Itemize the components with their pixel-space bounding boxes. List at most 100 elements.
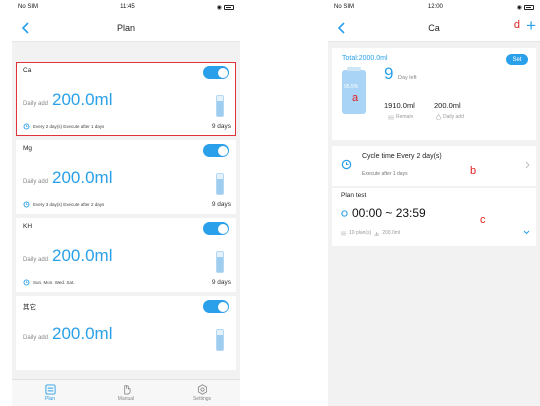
plan-detail-screen: No SIM 12:00 ◉ Ca d + Total:2000.0ml Set… (328, 0, 540, 406)
nav-bar: Ca d + (328, 14, 540, 42)
plan-list-screen: No SIM 11:45 ◉ Plan Ca Daily add 200.0ml… (12, 0, 240, 406)
annotation-a: a (352, 92, 359, 104)
cycle-title: Cycle time Every 2 day(s) (362, 153, 442, 160)
plan-card-kh[interactable]: KH Daily add 200.0ml Sun. Mon. Wed. Sat.… (16, 218, 236, 292)
plan-amount: 200.0ml (382, 230, 401, 236)
cycle-text: Every 2 day(s) Execute after 1 days (33, 124, 105, 129)
daily-add-label: Daily add (23, 101, 49, 107)
bottle-icon (216, 329, 224, 351)
daily-add-label: Daily add (443, 114, 464, 120)
plan-card-ca[interactable]: Ca Daily add 200.0ml Every 2 day(s) Exec… (16, 62, 236, 136)
plan-name: 其它 (23, 304, 36, 311)
list-icon (341, 231, 346, 235)
plan-test-meta: 10 plan(s) 200.0ml (341, 230, 400, 236)
days-remaining: 9 days (211, 123, 231, 130)
tab-label: Manual (117, 396, 135, 402)
days-remaining: 9 days (211, 201, 231, 208)
days-left-number: 9 (384, 64, 394, 83)
bottle-icon (216, 173, 224, 195)
cycle-icon (23, 123, 30, 130)
back-button[interactable] (333, 20, 349, 36)
plan-name: Mg (23, 145, 33, 152)
plan-test-section[interactable]: Plan test 00:00 ~ 23:59 c 10 plan(s) 200… (332, 188, 536, 246)
annotation-c: c (480, 214, 486, 226)
daily-add-info: Daily add (436, 114, 464, 120)
daily-add-value: 200.0ml (52, 90, 113, 109)
dosing-summary-card: Total:2000.0ml Set 95.5% a 9 Day left 19… (332, 48, 536, 140)
plan-enable-toggle[interactable] (203, 222, 229, 235)
chevron-left-icon (21, 22, 29, 34)
time-range-row: 00:00 ~ 23:59 (341, 206, 426, 220)
daily-add-value: 200.0ml (434, 101, 461, 110)
set-button[interactable]: Set (506, 54, 528, 65)
page-title: Plan (116, 22, 135, 33)
cycle-info: Every 2 day(s) Execute after 1 days (23, 123, 104, 130)
carrier-label: No SIM (334, 4, 355, 10)
plan-icon (44, 384, 56, 395)
daily-add-label: Daily add (23, 257, 49, 263)
chevron-right-icon (525, 161, 530, 169)
battery-icon: ◉ (217, 4, 234, 11)
remain-info: Remain (388, 114, 413, 120)
daily-add-label: Daily add (23, 179, 49, 185)
bottle-cap (347, 67, 361, 71)
daily-add: Daily add 200.0ml (23, 246, 113, 266)
clock: 12:00 (427, 4, 443, 10)
plan-enable-toggle[interactable] (203, 300, 229, 313)
daily-add: Daily add 200.0ml (23, 168, 113, 188)
plan-enable-toggle[interactable] (203, 66, 229, 79)
container-percent: 95.5% (344, 84, 359, 90)
time-range: 00:00 ~ 23:59 (352, 206, 426, 220)
clock: 11:45 (120, 4, 135, 10)
days-remaining: 9 days (211, 279, 231, 286)
chevron-left-icon (337, 22, 345, 34)
status-bar: No SIM 11:45 ◉ (12, 0, 240, 14)
drop-icon (436, 114, 441, 120)
cycle-text: Sun. Mon. Wed. Sat. (33, 280, 75, 285)
cycle-subtitle: Execute after 1 days (362, 171, 408, 177)
plans-count: 10 plan(s) (349, 230, 372, 236)
back-button[interactable] (17, 20, 33, 36)
tab-label: Plan (44, 396, 55, 402)
status-bar: No SIM 12:00 ◉ (328, 0, 540, 14)
plan-name: Ca (23, 67, 32, 74)
annotation-b: b (470, 165, 477, 177)
page-title: Ca (428, 22, 440, 33)
cycle-text: Every 3 day(s) Execute after 2 days (33, 202, 105, 207)
plan-card-other[interactable]: 其它 Daily add 200.0ml (16, 296, 236, 370)
remain-value: 1910.0ml (384, 101, 415, 110)
tab-plan[interactable]: Plan (12, 380, 88, 406)
plan-enable-toggle[interactable] (203, 144, 229, 157)
bar-chart-icon (374, 231, 379, 236)
chevron-down-icon[interactable] (523, 230, 530, 235)
carrier-label: No SIM (18, 4, 39, 10)
add-plan-button[interactable]: + (526, 17, 536, 34)
bottle-icon (216, 95, 224, 117)
total-volume: Total:2000.0ml (342, 55, 388, 62)
daily-add: Daily add 200.0ml (23, 90, 113, 110)
tab-settings[interactable]: Settings (164, 380, 240, 406)
daily-add-value: 200.0ml (52, 246, 113, 265)
tab-label: Settings (192, 396, 212, 402)
daily-add-label: Daily add (23, 335, 49, 341)
annotation-d: d (513, 19, 520, 31)
daily-add-value: 200.0ml (52, 324, 113, 343)
cycle-time-row[interactable]: Cycle time Every 2 day(s) Execute after … (332, 146, 536, 186)
tab-bar: Plan Manual Settings (12, 379, 240, 406)
clock-icon (341, 209, 348, 217)
nav-bar: Plan (12, 14, 240, 42)
cycle-info: Sun. Mon. Wed. Sat. (23, 279, 74, 286)
days-left-label: Day left (398, 75, 417, 81)
daily-add-value: 200.0ml (52, 168, 113, 187)
level-icon (388, 115, 394, 119)
plan-test-title: Plan test (341, 192, 367, 199)
plan-name: KH (23, 223, 33, 230)
remain-label: Remain (396, 114, 414, 120)
gear-icon (197, 384, 207, 395)
cycle-icon (23, 201, 30, 208)
bottle-icon (216, 251, 224, 273)
plan-list: Ca Daily add 200.0ml Every 2 day(s) Exec… (12, 42, 240, 370)
tab-manual[interactable]: Manual (88, 380, 164, 406)
plan-card-mg[interactable]: Mg Daily add 200.0ml Every 3 day(s) Exec… (16, 140, 236, 214)
cycle-icon (341, 159, 352, 170)
